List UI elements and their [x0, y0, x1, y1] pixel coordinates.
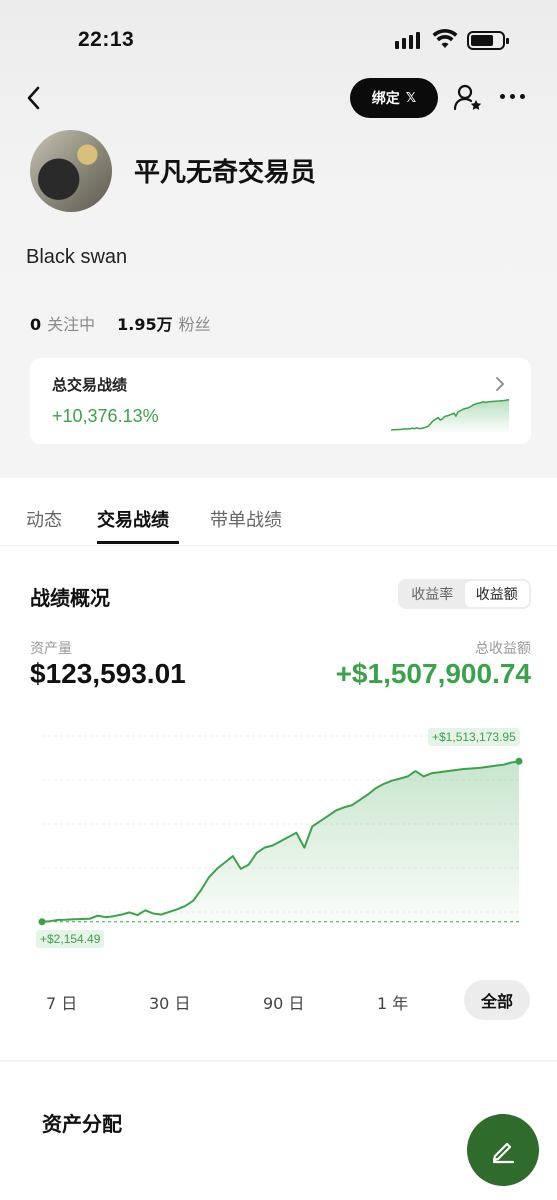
- tab-posts[interactable]: 动态: [26, 506, 62, 532]
- asset-allocation-title: 资产分配: [42, 1112, 122, 1136]
- wifi-icon: [432, 28, 458, 48]
- total-performance-title: 总交易战绩: [52, 376, 128, 394]
- followers-label[interactable]: 粉丝: [179, 311, 211, 335]
- chart-end-point: [515, 757, 523, 765]
- status-time: 22:13: [78, 28, 135, 51]
- chart-start-label: +$2,154.49: [36, 930, 105, 948]
- section-divider: [0, 1060, 557, 1062]
- range-all[interactable]: 全部: [464, 980, 530, 1020]
- profile-tabs: 动态 交易战绩 带单战绩: [0, 478, 557, 546]
- bio: Black swan: [26, 246, 128, 268]
- total-pnl-value: +$1,507,900.74: [335, 658, 531, 689]
- pnl-chart[interactable]: [30, 722, 531, 952]
- assets-label: 资产量: [30, 641, 72, 657]
- followers-count[interactable]: 1.95万: [117, 311, 172, 335]
- follow-user-icon[interactable]: [452, 82, 484, 114]
- status-bar: 22:13: [0, 0, 557, 80]
- battery-icon: [467, 31, 509, 50]
- bind-label: 绑定: [371, 91, 400, 107]
- metric-toggle: 收益率 收益额: [398, 579, 531, 609]
- chart-start-point: [38, 918, 46, 926]
- following-count[interactable]: 0: [30, 315, 41, 334]
- back-arrow-icon[interactable]: [22, 84, 46, 112]
- range-1y[interactable]: 1 年: [377, 990, 408, 1014]
- total-performance-card[interactable]: 总交易战绩 +10,376.13%: [30, 358, 531, 444]
- username: 平凡无奇交易员: [134, 158, 317, 188]
- cellular-signal-icon: [395, 32, 420, 49]
- chart-end-label: +$1,513,173.95: [428, 728, 520, 746]
- follow-stats: 0 关注中 1.95万 粉丝: [30, 311, 211, 335]
- range-7d[interactable]: 7 日: [46, 990, 77, 1014]
- mini-performance-chart: [390, 398, 510, 432]
- assets-value: $123,593.01: [30, 658, 186, 689]
- edit-pencil-icon: [492, 1142, 515, 1164]
- toggle-return-rate[interactable]: 收益率: [400, 581, 465, 607]
- tab-copy-trading-performance[interactable]: 带单战绩: [210, 506, 282, 532]
- following-label[interactable]: 关注中: [47, 311, 95, 335]
- x-logo-icon: 𝕏: [405, 90, 417, 106]
- active-tab-indicator: [97, 541, 179, 544]
- tab-trading-performance[interactable]: 交易战绩: [97, 506, 169, 532]
- more-options-icon[interactable]: [500, 94, 525, 99]
- toggle-return-amount[interactable]: 收益额: [464, 581, 529, 607]
- total-pnl-label: 总收益额: [475, 641, 531, 657]
- compose-button[interactable]: [467, 1114, 539, 1186]
- overview-title: 战绩概况: [30, 586, 110, 610]
- range-90d[interactable]: 90 日: [263, 990, 304, 1014]
- total-performance-value: +10,376.13%: [52, 406, 159, 426]
- range-30d[interactable]: 30 日: [149, 990, 190, 1014]
- bind-x-button[interactable]: 绑定 𝕏: [350, 78, 438, 118]
- chevron-right-icon: [496, 377, 505, 391]
- avatar[interactable]: [30, 130, 112, 212]
